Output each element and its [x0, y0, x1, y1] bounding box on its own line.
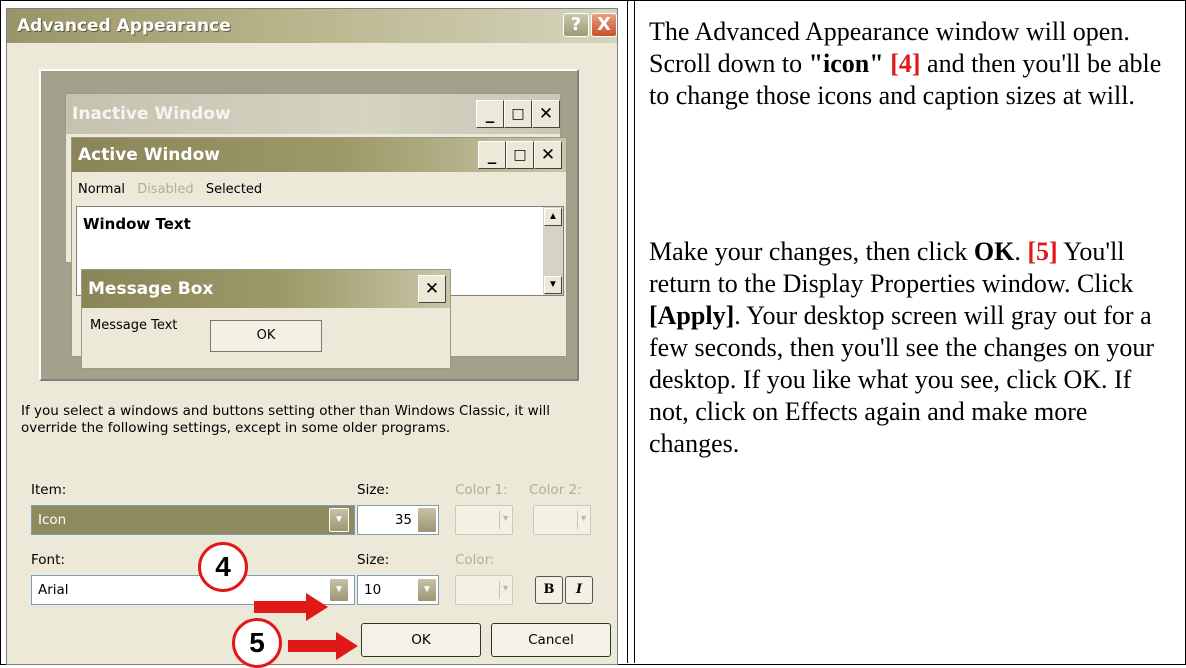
- dialog-title: Advanced Appearance: [17, 16, 231, 36]
- instruction-paragraph-1: The Advanced Appearance window will open…: [649, 17, 1162, 110]
- close-icon: ✕: [534, 141, 562, 169]
- font-value: Arial: [38, 582, 69, 598]
- color1-button[interactable]: ▼: [455, 505, 513, 535]
- step-4-arrow: [254, 601, 310, 613]
- color1-label: Color 1:: [455, 482, 508, 498]
- scrollbar[interactable]: ▲ ▼: [543, 207, 563, 295]
- menu-bar-preview: Normal Disabled Selected: [78, 182, 270, 197]
- step-5-callout: 5: [232, 618, 282, 668]
- advanced-appearance-dialog: Advanced Appearance ? X Inactive Window …: [6, 8, 618, 665]
- ok-button[interactable]: OK: [361, 623, 481, 657]
- chevron-down-icon[interactable]: ▼: [329, 578, 349, 602]
- appearance-preview: Inactive Window _ □ ✕ Active Window _ □ …: [39, 69, 579, 381]
- table-divider: [627, 0, 628, 663]
- font-color-button[interactable]: ▼: [455, 575, 513, 605]
- help-icon: ?: [570, 14, 582, 35]
- arrow-right-icon: [336, 632, 358, 660]
- step-5-reference: [5]: [1027, 237, 1058, 266]
- override-note: If you select a windows and buttons sett…: [21, 403, 550, 436]
- icon-keyword: "icon": [808, 49, 884, 78]
- close-icon: ✕: [418, 275, 446, 303]
- scroll-down-icon[interactable]: ▼: [544, 276, 562, 294]
- menu-disabled[interactable]: Disabled: [137, 182, 193, 197]
- menu-normal[interactable]: Normal: [78, 182, 125, 197]
- arrow-right-icon: [306, 593, 328, 621]
- item-label: Item:: [31, 482, 67, 498]
- cancel-button[interactable]: Cancel: [491, 623, 611, 657]
- color2-button[interactable]: ▼: [533, 505, 591, 535]
- font-size-value: 10: [364, 582, 382, 598]
- minimize-icon: _: [476, 100, 504, 128]
- step-4-callout: 4: [198, 542, 248, 592]
- font-size-label: Size:: [357, 552, 390, 568]
- close-icon: X: [597, 14, 611, 35]
- help-button[interactable]: ?: [563, 13, 589, 37]
- size-label: Size:: [357, 482, 390, 498]
- step-4-reference: [4]: [890, 49, 921, 78]
- font-label: Font:: [31, 552, 65, 568]
- instruction-paragraph-2: Make your changes, then click OK. [5] Yo…: [649, 237, 1155, 458]
- step-5-arrow: [288, 640, 340, 652]
- close-icon: ✕: [532, 100, 560, 128]
- font-color-label: Color:: [455, 552, 495, 568]
- size-value: 35: [394, 512, 412, 528]
- chevron-down-icon[interactable]: ▼: [329, 508, 349, 532]
- item-value: Icon: [38, 512, 67, 528]
- scroll-up-icon[interactable]: ▲: [544, 208, 562, 226]
- color2-label: Color 2:: [529, 482, 582, 498]
- apply-keyword: [Apply]: [649, 301, 735, 330]
- item-select[interactable]: Icon: [31, 505, 355, 535]
- maximize-icon: □: [506, 141, 534, 169]
- close-button[interactable]: X: [591, 13, 617, 37]
- chevron-down-icon[interactable]: ▼: [417, 578, 437, 602]
- size-spinner-icon[interactable]: [417, 507, 437, 533]
- window-text: Window Text: [83, 215, 191, 233]
- message-ok-button[interactable]: OK: [210, 320, 322, 352]
- table-divider: [634, 0, 635, 663]
- ok-keyword: OK: [973, 237, 1015, 266]
- message-text: Message Text: [90, 318, 178, 333]
- italic-button[interactable]: I: [565, 576, 593, 604]
- minimize-icon: _: [478, 141, 506, 169]
- message-box-title: Message Box: [82, 270, 450, 308]
- message-box-preview[interactable]: Message Box ✕ Message Text OK: [81, 269, 451, 369]
- maximize-icon: □: [504, 100, 532, 128]
- menu-selected[interactable]: Selected: [206, 182, 262, 197]
- bold-button[interactable]: B: [535, 576, 563, 604]
- dialog-titlebar: Advanced Appearance ? X: [7, 9, 617, 43]
